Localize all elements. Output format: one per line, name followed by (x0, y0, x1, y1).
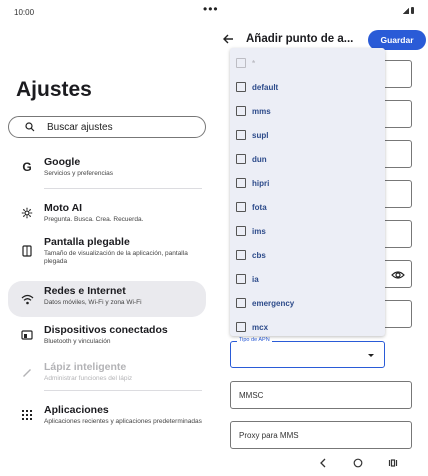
divider (44, 390, 202, 391)
dropdown-option-cbs[interactable]: cbs (236, 245, 266, 265)
settings-item-title: Dispositivos conectados (44, 324, 168, 336)
mmsc-label: MMSC (239, 391, 264, 400)
dropdown-option-ims[interactable]: ims (236, 221, 266, 241)
settings-item-title: Pantalla plegable (44, 236, 130, 248)
checkbox[interactable] (236, 274, 246, 284)
checkbox[interactable] (236, 154, 246, 164)
foldable-display-icon (20, 244, 34, 258)
mms-proxy-label: Proxy para MMS (239, 431, 299, 440)
checkbox[interactable] (236, 58, 246, 68)
settings-item-subtitle: Pregunta. Busca. Crea. Recuerda. (44, 216, 144, 223)
dropdown-option-wildcard[interactable]: * (236, 53, 255, 73)
multitask-dots[interactable]: ••• (203, 2, 219, 16)
mms-proxy-field[interactable]: Proxy para MMS (230, 421, 412, 449)
dropdown-option-default[interactable]: default (236, 77, 278, 97)
settings-item-title: Redes e Internet (44, 285, 126, 297)
checkbox[interactable] (236, 130, 246, 140)
settings-item-network[interactable]: Redes e Internet Datos móviles, Wi-Fi y … (8, 281, 206, 317)
status-time: 10:00 (14, 8, 35, 17)
search-icon (25, 122, 35, 132)
checkbox[interactable] (236, 250, 246, 260)
divider (44, 188, 202, 189)
page-title: Añadir punto de a... (246, 33, 354, 45)
back-nav-icon[interactable] (316, 456, 330, 470)
mmsc-field[interactable]: MMSC (230, 381, 412, 409)
dropdown-option-ia[interactable]: ia (236, 269, 259, 289)
settings-item-connected-devices[interactable]: Dispositivos conectados Bluetooth y vinc… (8, 320, 206, 350)
signal-icon (403, 7, 409, 14)
dropdown-option-supl[interactable]: supl (236, 125, 268, 145)
apn-type-select[interactable]: Tipo de APN (230, 337, 385, 368)
dropdown-option-emergency[interactable]: emergency (236, 293, 294, 313)
settings-pane: Ajustes Buscar ajustes G Google Servicio… (0, 24, 214, 454)
settings-item-title: Aplicaciones (44, 404, 109, 416)
settings-item-subtitle: Aplicaciones recientes y aplicaciones pr… (44, 418, 202, 425)
navigation-bar (214, 452, 428, 476)
battery-icon (411, 7, 414, 14)
settings-item-google[interactable]: G Google Servicios y preferencias (8, 152, 206, 182)
google-icon: G (22, 160, 32, 174)
stylus-icon (20, 365, 34, 379)
save-button[interactable]: Guardar (368, 30, 426, 50)
checkbox[interactable] (236, 298, 246, 308)
search-placeholder: Buscar ajustes (47, 121, 113, 133)
back-arrow-icon[interactable] (222, 33, 234, 45)
checkbox[interactable] (236, 322, 246, 332)
settings-item-subtitle: Administrar funciones del lápiz (44, 375, 133, 382)
settings-item-title: Moto AI (44, 202, 83, 214)
recents-nav-icon[interactable] (386, 456, 400, 470)
settings-item-foldable-display[interactable]: Pantalla plegable Tamaño de visualizació… (8, 232, 206, 270)
eye-icon[interactable] (391, 268, 405, 282)
dropdown-option-mcx[interactable]: mcx (236, 317, 268, 336)
dropdown-option-mms[interactable]: mms (236, 101, 271, 121)
dropdown-option-fota[interactable]: fota (236, 197, 267, 217)
settings-item-subtitle: Datos móviles, Wi-Fi y zona Wi-Fi (44, 299, 142, 306)
checkbox[interactable] (236, 82, 246, 92)
apn-type-dropdown: * default mms supl dun hipri fota ims cb… (230, 48, 385, 336)
wifi-icon (20, 292, 34, 306)
checkbox[interactable] (236, 178, 246, 188)
settings-item-stylus[interactable]: Lápiz inteligente Administrar funciones … (8, 357, 206, 387)
settings-item-subtitle: Servicios y preferencias (44, 170, 113, 177)
checkbox[interactable] (236, 106, 246, 116)
settings-item-subtitle: Bluetooth y vinculación (44, 338, 111, 345)
checkbox[interactable] (236, 202, 246, 212)
home-nav-icon[interactable] (351, 456, 365, 470)
search-input[interactable]: Buscar ajustes (8, 116, 206, 138)
apps-grid-icon (20, 408, 34, 422)
settings-item-title: Google (44, 156, 81, 168)
settings-item-subtitle: Tamaño de visualización de la aplicación… (44, 250, 188, 265)
status-icons (403, 7, 414, 14)
moto-ai-icon (20, 206, 34, 220)
settings-item-title: Lápiz inteligente (44, 361, 127, 373)
status-bar: 10:00 ••• (0, 0, 428, 24)
dropdown-option-dun[interactable]: dun (236, 149, 267, 169)
checkbox[interactable] (236, 226, 246, 236)
apn-type-label: Tipo de APN (237, 337, 272, 343)
add-apn-pane: Añadir punto de a... Guardar Tipo de APN… (214, 24, 428, 454)
caret-down-icon (368, 354, 374, 357)
settings-item-apps[interactable]: Aplicaciones Aplicaciones recientes y ap… (8, 400, 206, 430)
settings-item-moto-ai[interactable]: Moto AI Pregunta. Busca. Crea. Recuerda. (8, 198, 206, 228)
page-title: Ajustes (16, 78, 92, 101)
dropdown-option-hipri[interactable]: hipri (236, 173, 269, 193)
connected-devices-icon (20, 328, 34, 342)
